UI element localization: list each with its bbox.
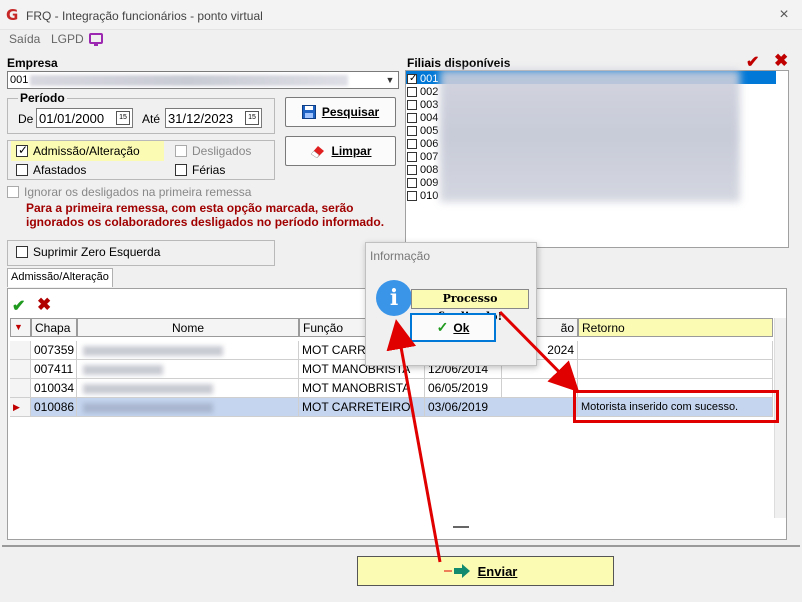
arrow-to-retorno: [498, 310, 580, 393]
annotation-arrows: [386, 310, 580, 572]
arrow-to-ok: [386, 319, 442, 563]
